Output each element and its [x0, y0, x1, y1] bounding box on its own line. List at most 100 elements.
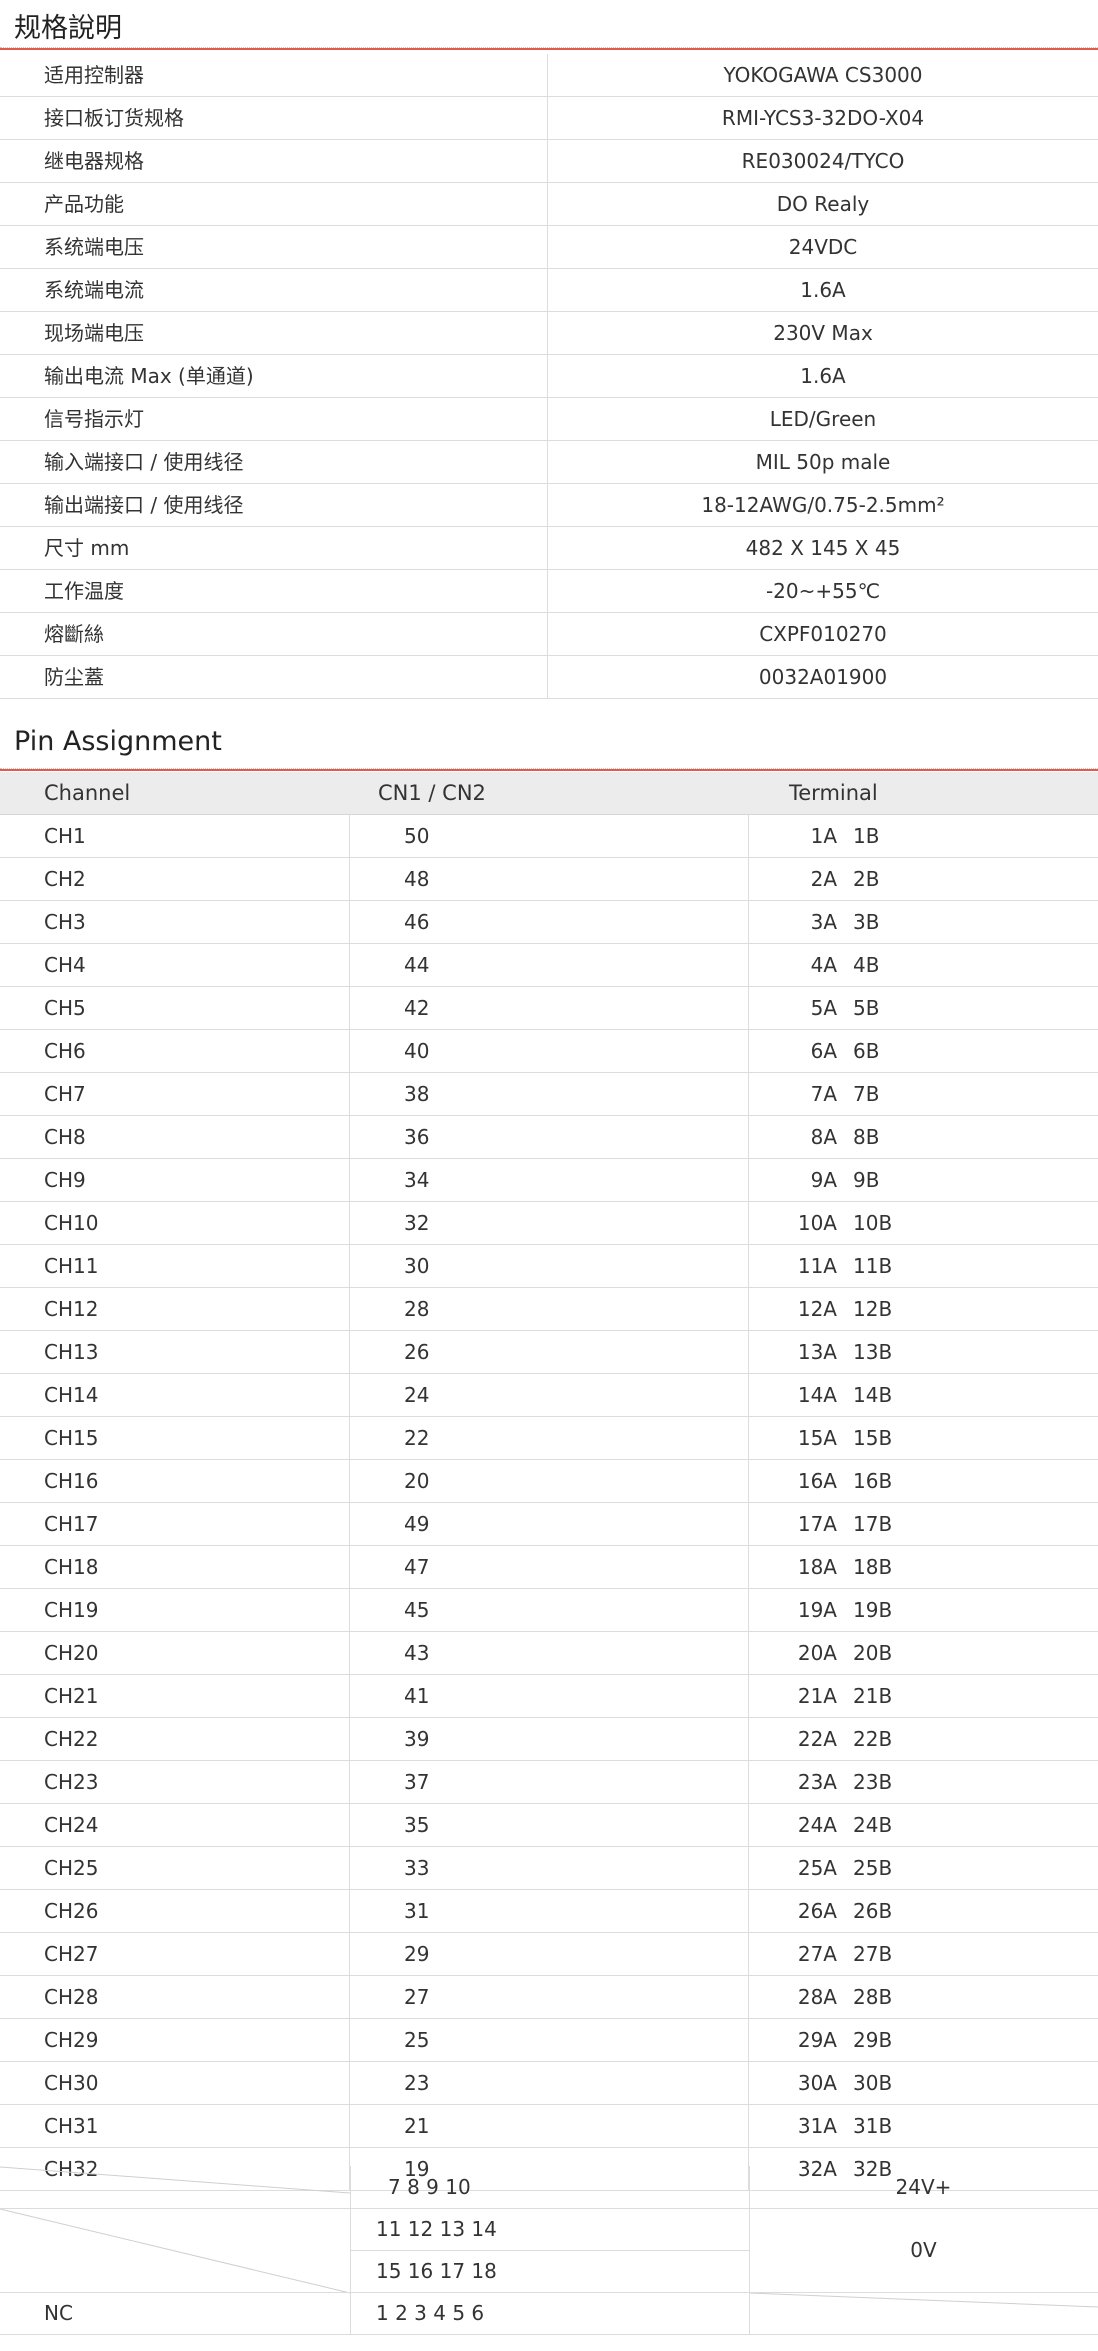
spec-table: 适用控制器 YOKOGAWA CS3000 接口板订货规格 RMI-YCS3-32DO…	[0, 54, 1098, 699]
terminal-a: 28A	[797, 1985, 837, 2009]
channel-cell: CH12	[0, 1288, 350, 1330]
terminal-a: 10A	[797, 1211, 837, 1235]
terminal-b: 8B	[853, 1125, 880, 1149]
pins-24v: 7 8 9 10	[388, 2175, 471, 2199]
spec-row: 输入端接口 / 使用线径 MIL 50p male	[0, 441, 1098, 484]
terminal-b: 19B	[853, 1598, 893, 1622]
nc-pins: 1 2 3 4 5 6	[376, 2301, 485, 2325]
cn-pin-cell: 25	[350, 2019, 749, 2061]
channel-cell: CH4	[0, 944, 350, 986]
channel-cell: CH1	[0, 815, 350, 857]
cn-pin-cell: 45	[350, 1589, 749, 1631]
pin-row: CH21 41 21A 21B	[0, 1675, 1098, 1718]
channel-cell: CH23	[0, 1761, 350, 1803]
cn-pin-cell: 36	[350, 1116, 749, 1158]
terminal-b: 13B	[853, 1340, 893, 1364]
spec-value: MIL 50p male	[755, 450, 891, 474]
terminal-a: 14A	[797, 1383, 837, 1407]
pin-row: CH26 31 26A 26B	[0, 1890, 1098, 1933]
pin-row: CH30 23 30A 30B	[0, 2062, 1098, 2105]
terminal-b: 4B	[853, 953, 880, 977]
pin-row: CH2 48 2A 2B	[0, 858, 1098, 901]
cn-pin-cell: 37	[350, 1761, 749, 1803]
spec-value: DO Realy	[776, 192, 870, 216]
terminal-cell: 1A 1B	[749, 815, 1098, 857]
spec-row: 继电器规格 RE030024/TYCO	[0, 140, 1098, 183]
pin-row: CH17 49 17A 17B	[0, 1503, 1098, 1546]
spec-row: 尺寸 mm 482 X 145 X 45	[0, 527, 1098, 570]
spec-value: RE030024/TYCO	[741, 149, 905, 173]
terminal-a: 8A	[810, 1125, 837, 1149]
cn-pin-cell: 21	[350, 2105, 749, 2147]
spec-title-rule	[0, 47, 1098, 50]
channel-cell: CH3	[0, 901, 350, 943]
pin-table-header: Channel CN1 / CN2 Terminal	[0, 772, 1098, 815]
channel-cell: CH28	[0, 1976, 350, 2018]
cn-pin-cell: 32	[350, 1202, 749, 1244]
spec-value: -20~+55℃	[765, 579, 881, 603]
spec-value: 24VDC	[788, 235, 858, 259]
terminal-a: 7A	[810, 1082, 837, 1106]
spec-row: 适用控制器 YOKOGAWA CS3000	[0, 54, 1098, 97]
terminal-cell: 21A 21B	[749, 1675, 1098, 1717]
pin-row: CH28 27 28A 28B	[0, 1976, 1098, 2019]
terminal-b: 18B	[853, 1555, 893, 1579]
pin-row: CH18 47 18A 18B	[0, 1546, 1098, 1589]
terminal-b: 16B	[853, 1469, 893, 1493]
channel-cell: CH30	[0, 2062, 350, 2104]
spec-label: 系统端电压	[0, 226, 548, 268]
spec-label: 输入端接口 / 使用线径	[0, 441, 548, 483]
pin-rows: CH1 50 1A 1B CH2 48 2A 2B CH3 46 3A 3B CH4 44 4A 4B CH5 4…	[0, 815, 1098, 2191]
cn-pin-cell: 34	[350, 1159, 749, 1201]
cn-pin-cell: 43	[350, 1632, 749, 1674]
terminal-cell: 8A 8B	[749, 1116, 1098, 1158]
pin-row: CH5 42 5A 5B	[0, 987, 1098, 1030]
terminal-a: 9A	[810, 1168, 837, 1192]
spec-row: 防尘蓋 0032A01900	[0, 656, 1098, 699]
terminal-cell: 7A 7B	[749, 1073, 1098, 1115]
terminal-cell: 2A 2B	[749, 858, 1098, 900]
pin-table: Channel CN1 / CN2 Terminal CH1 50 1A 1B CH2 4…	[0, 772, 1098, 2191]
channel-cell: CH2	[0, 858, 350, 900]
channel-cell: CH16	[0, 1460, 350, 1502]
pin-row: CH9 34 9A 9B	[0, 1159, 1098, 1202]
terminal-cell: 12A 12B	[749, 1288, 1098, 1330]
terminal-cell: 16A 16B	[749, 1460, 1098, 1502]
spec-row: 系统端电流 1.6A	[0, 269, 1098, 312]
terminal-b: 17B	[853, 1512, 893, 1536]
terminal-a: 30A	[797, 2071, 837, 2095]
channel-cell: CH26	[0, 1890, 350, 1932]
terminal-b: 25B	[853, 1856, 893, 1880]
terminal-a: 12A	[797, 1297, 837, 1321]
terminal-a: 17A	[797, 1512, 837, 1536]
channel-cell: CH8	[0, 1116, 350, 1158]
label-24v: 24V+	[895, 2175, 952, 2199]
cn-pin-cell: 39	[350, 1718, 749, 1760]
terminal-cell: 19A 19B	[749, 1589, 1098, 1631]
terminal-cell: 28A 28B	[749, 1976, 1098, 2018]
pin-section-title: Pin Assignment	[14, 726, 222, 757]
terminal-cell: 29A 29B	[749, 2019, 1098, 2061]
terminal-a: 25A	[797, 1856, 837, 1880]
spec-label: 输出端接口 / 使用线径	[0, 484, 548, 526]
terminal-b: 9B	[853, 1168, 880, 1192]
terminal-a: 19A	[797, 1598, 837, 1622]
cn-pin-cell: 41	[350, 1675, 749, 1717]
terminal-b: 26B	[853, 1899, 893, 1923]
terminal-b: 31B	[853, 2114, 893, 2138]
pin-row: CH16 20 16A 16B	[0, 1460, 1098, 1503]
channel-cell: CH15	[0, 1417, 350, 1459]
channel-cell: CH19	[0, 1589, 350, 1631]
pin-row: CH10 32 10A 10B	[0, 1202, 1098, 1245]
terminal-cell: 27A 27B	[749, 1933, 1098, 1975]
terminal-cell: 14A 14B	[749, 1374, 1098, 1416]
terminal-b: 15B	[853, 1426, 893, 1450]
terminal-a: 11A	[797, 1254, 837, 1278]
pin-row: CH25 33 25A 25B	[0, 1847, 1098, 1890]
pins-0v-b: 15 16 17 18	[376, 2259, 497, 2283]
spec-label: 防尘蓋	[0, 656, 548, 698]
pin-row: CH1 50 1A 1B	[0, 815, 1098, 858]
cn-pin-cell: 31	[350, 1890, 749, 1932]
terminal-b: 22B	[853, 1727, 893, 1751]
spec-section-title: 规格說明	[14, 13, 122, 44]
